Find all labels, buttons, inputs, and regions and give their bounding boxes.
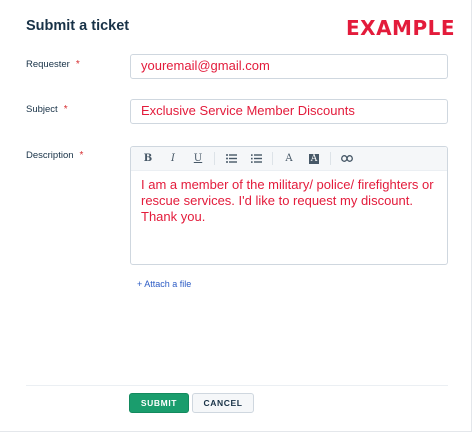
italic-button[interactable]: I (164, 150, 182, 168)
description-text: I am a member of the military/ police/ f… (141, 177, 434, 224)
font-color-button[interactable]: A (280, 150, 298, 168)
subject-label-text: Subject (26, 104, 58, 115)
underline-button[interactable]: U (189, 150, 207, 168)
description-label-text: Description (26, 150, 74, 161)
highlight-color-button[interactable]: A (305, 150, 323, 168)
required-mark: * (79, 150, 84, 161)
requester-value: youremail@gmail.com (141, 58, 270, 73)
ticket-form-card: Submit a ticket EXAMPLE Requester * youre… (0, 0, 472, 432)
attach-file-link[interactable]: + Attach a file (137, 279, 191, 289)
highlight-color-icon: A (308, 153, 320, 164)
insert-link-button[interactable] (338, 150, 356, 168)
description-label: Description * (26, 150, 83, 161)
bold-button[interactable]: B (139, 150, 157, 168)
cancel-button[interactable]: CANCEL (192, 393, 254, 413)
toolbar-divider (214, 152, 215, 165)
numbered-list-icon (250, 154, 262, 163)
numbered-list-button[interactable] (247, 150, 265, 168)
subject-value: Exclusive Service Member Discounts (141, 103, 355, 118)
link-icon (341, 155, 353, 162)
requester-input[interactable]: youremail@gmail.com (130, 54, 448, 79)
required-mark: * (63, 104, 68, 115)
submit-button[interactable]: SUBMIT (129, 393, 189, 413)
brand-logo: EXAMPLE (346, 16, 456, 40)
requester-label: Requester * (26, 59, 80, 70)
required-mark: * (75, 59, 80, 70)
description-editor[interactable]: B I U A A I am a member of the military/… (130, 146, 448, 265)
editor-toolbar: B I U A A (131, 147, 447, 171)
page-title: Submit a ticket (26, 18, 130, 34)
toolbar-divider (272, 152, 273, 165)
requester-label-text: Requester (26, 59, 70, 70)
bulleted-list-icon (225, 154, 237, 163)
subject-label: Subject * (26, 104, 68, 115)
bulleted-list-button[interactable] (222, 150, 240, 168)
subject-input[interactable]: Exclusive Service Member Discounts (130, 99, 448, 124)
toolbar-divider (330, 152, 331, 165)
footer-divider (26, 385, 448, 386)
